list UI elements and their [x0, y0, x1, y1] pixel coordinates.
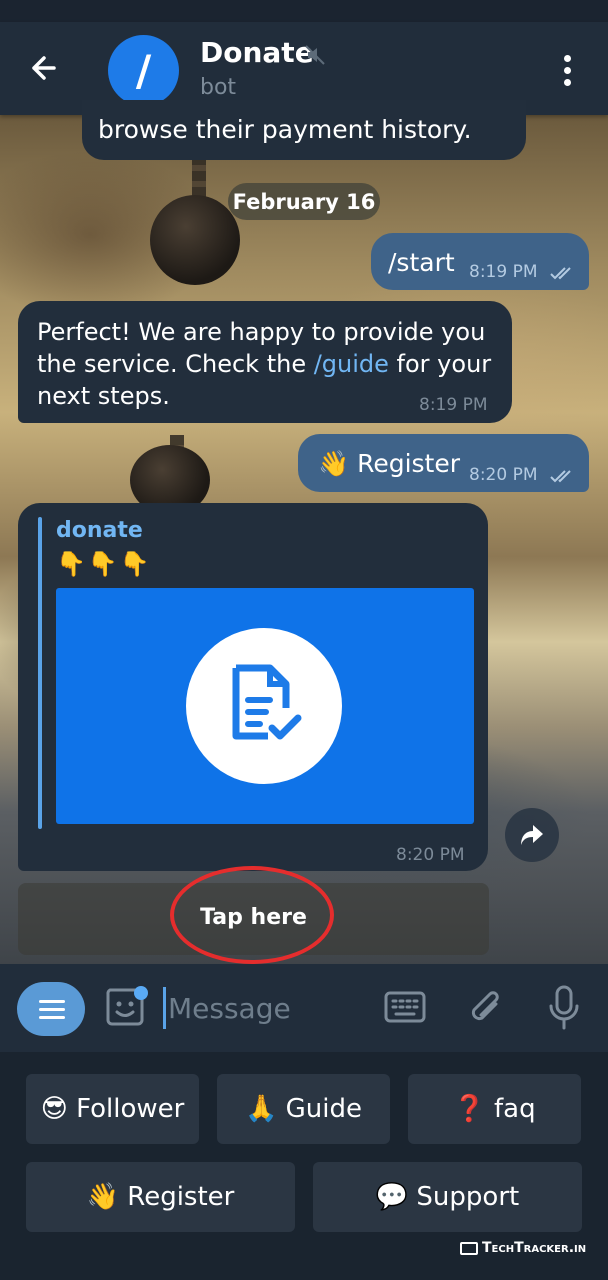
- image-icon-circle: [186, 628, 342, 784]
- keyboard-button-label: Register: [127, 1182, 235, 1212]
- muted-speaker-icon: [305, 45, 325, 65]
- microphone-icon[interactable]: [546, 984, 582, 1032]
- message-time: 8:20 PM: [396, 845, 465, 865]
- message-text-label: Register: [357, 449, 461, 478]
- keyboard-button-follower[interactable]: 😎 Follower: [26, 1074, 199, 1144]
- more-vertical-icon: [556, 55, 578, 86]
- message-text: browse their payment history.: [98, 115, 472, 144]
- wave-emoji: 👋: [86, 1182, 120, 1212]
- bot-menu-button[interactable]: [17, 982, 85, 1036]
- wave-emoji: 👋: [318, 449, 350, 478]
- keyboard-button-support[interactable]: 💬 Support: [313, 1162, 582, 1232]
- message-composer: [0, 964, 608, 1052]
- annotation-circle: [170, 866, 334, 964]
- paperclip-icon[interactable]: [466, 986, 506, 1030]
- avatar-glyph: /: [135, 46, 152, 95]
- message-bubble-partial[interactable]: browse their payment history.: [82, 100, 526, 160]
- arrow-left-icon: [32, 56, 56, 80]
- message-bubble-outgoing[interactable]: 👋 Register 8:20 PM: [298, 434, 589, 492]
- media-image[interactable]: [56, 588, 474, 824]
- keyboard-button-label: Support: [416, 1182, 520, 1212]
- message-input[interactable]: [163, 987, 380, 1029]
- bot-avatar[interactable]: /: [108, 35, 179, 106]
- quote-author[interactable]: donate: [56, 518, 143, 543]
- chat-subtitle: bot: [200, 75, 237, 100]
- watermark-text: TechTracker.in: [482, 1240, 587, 1256]
- keyboard-button-label: Guide: [285, 1094, 362, 1124]
- more-options-button[interactable]: [556, 52, 578, 88]
- share-button[interactable]: [505, 808, 559, 862]
- message-text: 👋 Register: [318, 448, 460, 480]
- quote-bar: [38, 517, 42, 829]
- keyboard-button-register[interactable]: 👋 Register: [26, 1162, 295, 1232]
- message-bubble-media[interactable]: donate 👇👇👇 8:20 PM: [18, 503, 488, 871]
- question-emoji: ❓: [453, 1094, 486, 1124]
- message-bubble-outgoing[interactable]: /start 8:19 PM: [371, 233, 589, 290]
- message-time: 8:19 PM: [419, 395, 488, 415]
- message-time: 8:19 PM: [469, 262, 538, 282]
- sticker-notification-dot: [134, 986, 148, 1000]
- pray-emoji: 🙏: [245, 1094, 278, 1124]
- date-chip: February 16: [228, 183, 380, 220]
- speech-balloon-emoji: 💬: [375, 1182, 409, 1212]
- keyboard-icon[interactable]: [384, 990, 426, 1024]
- keyboard-button-faq[interactable]: ❓ faq: [408, 1074, 581, 1144]
- document-check-icon: [232, 664, 302, 740]
- keyboard-button-label: faq: [494, 1094, 536, 1124]
- back-button[interactable]: [24, 50, 68, 86]
- status-bar: [0, 0, 608, 22]
- message-time: 8:20 PM: [469, 465, 538, 485]
- message-bubble-incoming[interactable]: Perfect! We are happy to provide you the…: [18, 301, 512, 423]
- watermark-logo-icon: [460, 1241, 478, 1255]
- message-text: /start: [388, 248, 455, 277]
- double-check-icon: [550, 470, 571, 483]
- quote-emojis: 👇👇👇: [56, 550, 152, 578]
- chat-title[interactable]: Donate: [200, 36, 314, 69]
- share-forward-icon: [521, 825, 543, 845]
- keyboard-button-label: Follower: [76, 1094, 185, 1124]
- keyboard-button-guide[interactable]: 🙏 Guide: [217, 1074, 390, 1144]
- guide-link[interactable]: /guide: [314, 350, 389, 378]
- double-check-icon: [550, 267, 571, 280]
- sunglasses-emoji: 😎: [40, 1094, 68, 1124]
- watermark: TechTracker.in: [460, 1240, 586, 1256]
